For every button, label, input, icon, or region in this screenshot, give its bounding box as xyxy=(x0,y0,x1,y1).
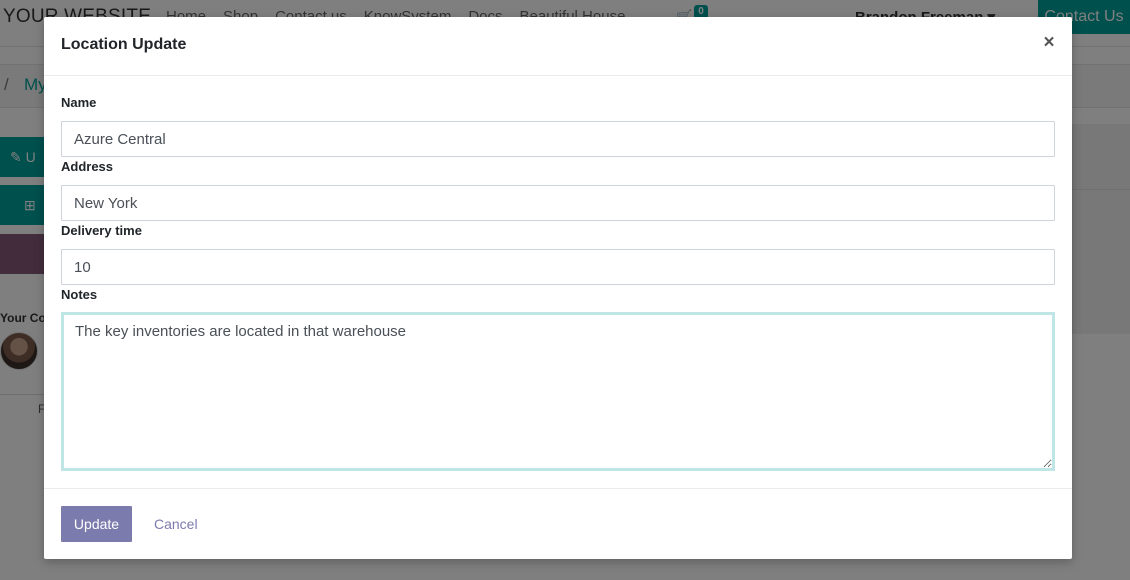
update-button[interactable]: Update xyxy=(61,506,132,542)
address-input[interactable] xyxy=(61,185,1055,221)
modal-footer: Update Cancel xyxy=(44,488,1072,560)
modal-header: Location Update × xyxy=(44,17,1072,76)
address-label: Address xyxy=(61,159,114,174)
location-update-modal: Location Update × Name Address Delivery … xyxy=(44,17,1072,559)
notes-label: Notes xyxy=(61,287,98,302)
modal-title: Location Update xyxy=(61,36,187,53)
delivery-time-label: Delivery time xyxy=(61,223,142,238)
delivery-time-input[interactable] xyxy=(61,249,1055,285)
notes-textarea[interactable]: The key inventories are located in that … xyxy=(61,312,1055,471)
name-input[interactable] xyxy=(61,121,1055,157)
cancel-button[interactable]: Cancel xyxy=(148,506,203,542)
close-icon[interactable]: × xyxy=(1039,31,1059,55)
name-label: Name xyxy=(61,95,97,110)
